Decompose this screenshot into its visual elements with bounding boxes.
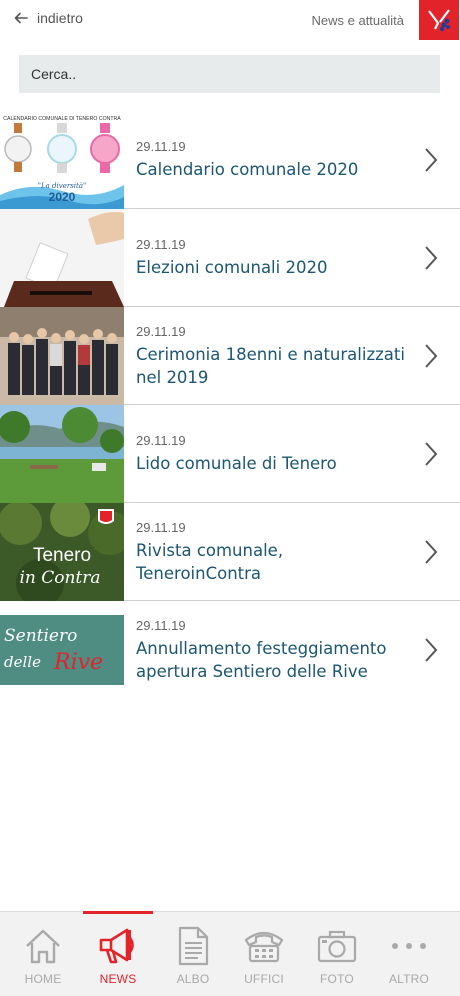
news-item[interactable]: 29.11.19 Cerimonia 18enni e naturalizzat…	[0, 307, 460, 405]
news-date: 29.11.19	[136, 519, 186, 535]
thumb-calendar-motto: "La diversità"	[38, 182, 86, 190]
thumb-calendar-year: 2020	[49, 190, 76, 204]
municipality-logo[interactable]	[419, 0, 459, 40]
chevron-right-icon	[425, 638, 438, 662]
news-item[interactable]: Sentiero delle Rive 29.11.19 Annullament…	[0, 601, 460, 699]
arrow-left-icon	[14, 12, 28, 24]
home-icon	[26, 929, 60, 964]
news-date: 29.11.19	[136, 433, 186, 448]
bottom-tab-bar: HOME NEWS ALBO UFFICI FOTO ALTRO	[0, 911, 460, 996]
thumb-sentiero-line1: Sentiero	[4, 626, 77, 646]
news-thumbnail-lido	[0, 405, 124, 503]
news-item[interactable]: Tenero in Contra 29.11.19 Rivista comuna…	[0, 503, 460, 601]
tab-foto[interactable]: FOTO	[302, 912, 372, 996]
chevron-right-icon	[425, 442, 438, 466]
news-title: Annullamento festeggiamento apertura Sen…	[136, 638, 387, 681]
news-title: Calendario comunale 2020	[136, 160, 359, 179]
search-input[interactable]	[31, 66, 440, 82]
chevron-right-icon	[425, 540, 438, 564]
search-bar[interactable]	[19, 55, 440, 93]
news-date: 29.11.19	[136, 139, 186, 154]
thumb-magazine-title: Tenero	[33, 545, 91, 566]
news-thumbnail-ballot	[0, 209, 124, 307]
tab-label: UFFICI	[244, 972, 284, 986]
thumb-sentiero-line3: Rive	[53, 650, 103, 675]
back-label: indietro	[37, 10, 83, 26]
news-item[interactable]: 29.11.19 Lido comunale di Tenero	[0, 405, 460, 503]
tab-label: NEWS	[99, 972, 137, 986]
top-bar: indietro News e attualità	[0, 0, 460, 42]
thumb-magazine-subtitle: in Contra	[19, 568, 100, 588]
news-thumbnail-magazine: Tenero in Contra	[0, 503, 124, 601]
news-date: 29.11.19	[136, 323, 186, 339]
news-date: 29.11.19	[136, 237, 186, 252]
news-item[interactable]: CALENDARIO COMUNALE DI TENERO CONTRA "La…	[0, 111, 460, 209]
tab-label: ALTRO	[388, 972, 430, 986]
tab-altro[interactable]: ALTRO	[374, 912, 444, 996]
coat-of-arms-icon	[425, 6, 453, 34]
news-thumbnail-group-photo	[0, 307, 124, 405]
tab-label: FOTO	[320, 972, 354, 986]
tab-uffici[interactable]: UFFICI	[229, 912, 299, 996]
tab-news[interactable]: NEWS	[83, 911, 153, 996]
megaphone-icon	[99, 928, 134, 964]
camera-icon	[317, 930, 357, 963]
news-item[interactable]: 29.11.19 Elezioni comunali 2020	[0, 209, 460, 307]
tab-label: HOME	[24, 972, 62, 986]
page-title: News e attualità	[311, 13, 405, 28]
chevron-right-icon	[425, 148, 438, 172]
news-title: Elezioni comunali 2020	[136, 258, 328, 277]
chevron-right-icon	[425, 344, 438, 368]
more-icon	[392, 943, 426, 949]
chevron-right-icon	[425, 246, 438, 270]
news-list: CALENDARIO COMUNALE DI TENERO CONTRA "La…	[0, 111, 460, 699]
news-title: Cerimonia 18enni e naturalizzati nel 201…	[136, 344, 405, 387]
phone-icon	[244, 931, 284, 963]
thumb-calendar-header: CALENDARIO COMUNALE DI TENERO CONTRA	[3, 116, 121, 122]
news-title: Lido comunale di Tenero	[136, 454, 337, 473]
tab-label: ALBO	[176, 972, 210, 986]
news-title: Rivista comunale, TeneroinContra	[136, 540, 284, 583]
tab-albo[interactable]: ALBO	[158, 912, 228, 996]
news-date: 29.11.19	[136, 617, 186, 633]
back-button[interactable]: indietro	[14, 10, 83, 26]
document-icon	[178, 926, 209, 966]
news-thumbnail-sentiero: Sentiero delle Rive	[0, 601, 124, 699]
thumb-sentiero-line2: delle	[4, 653, 41, 671]
tab-home[interactable]: HOME	[8, 912, 78, 996]
news-thumbnail-calendar: CALENDARIO COMUNALE DI TENERO CONTRA "La…	[0, 111, 124, 209]
